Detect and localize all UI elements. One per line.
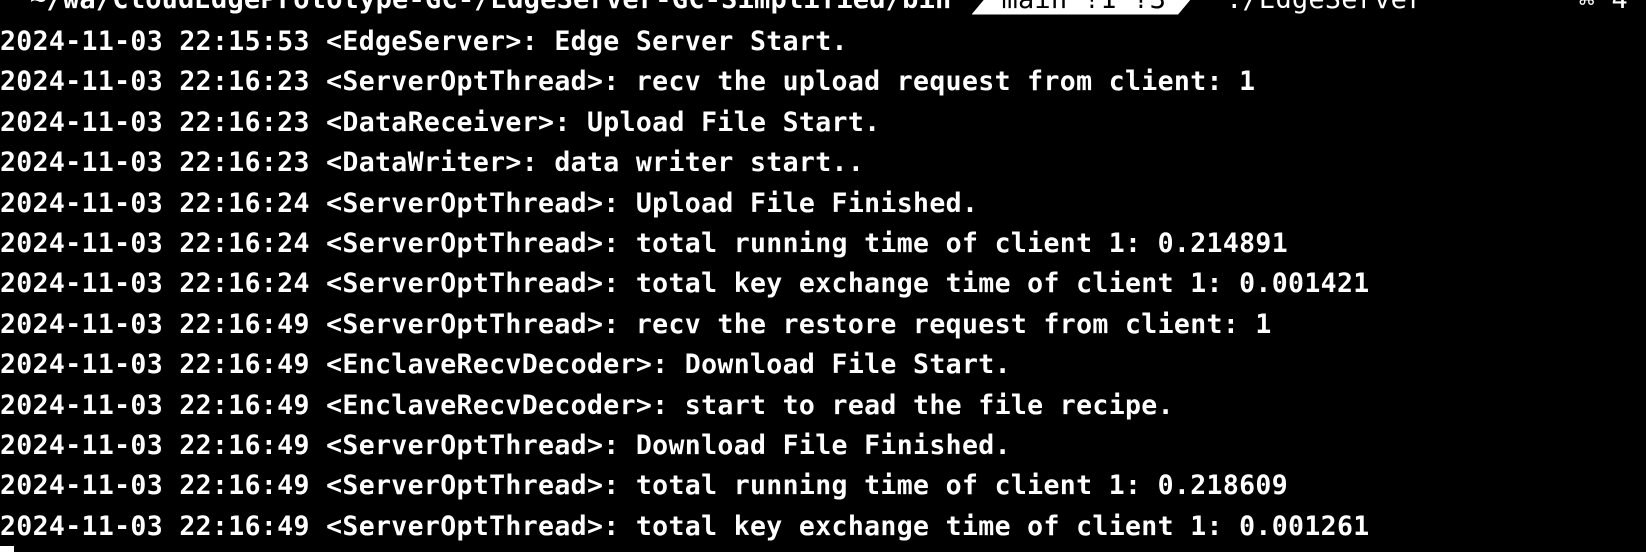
log-line: 2024-11-03 22:16:24 <ServerOptThread>: t… [0,227,1289,259]
prompt-command: ./EdgeServer [1226,0,1423,15]
prompt-path: ~/wa/CloudEdgePrototype-GC-/EdgeServer-G… [0,0,952,15]
log-line: 2024-11-03 22:16:23 <DataReceiver>: Uplo… [0,106,881,138]
log-line: 2024-11-03 22:16:49 <ServerOptThread>: t… [0,510,1370,542]
terminal-output: 2024-11-03 22:15:53 <EdgeServer>: Edge S… [0,22,1646,547]
log-line: 2024-11-03 22:16:49 <EnclaveRecvDecoder>… [0,349,1011,381]
log-line: 2024-11-03 22:16:23 <ServerOptThread>: r… [0,66,1256,98]
shell-prompt: ~/wa/CloudEdgePrototype-GC-/EdgeServer-G… [0,0,1646,16]
log-line: 2024-11-03 22:16:24 <ServerOptThread>: U… [0,187,979,219]
log-line: 2024-11-03 22:16:49 <ServerOptThread>: t… [0,470,1289,502]
log-line: 2024-11-03 22:16:24 <ServerOptThread>: t… [0,268,1370,300]
log-line: 2024-11-03 22:15:53 <EdgeServer>: Edge S… [0,26,848,57]
log-line: 2024-11-03 22:16:23 <DataWriter>: data w… [0,147,865,179]
log-line: 2024-11-03 22:16:49 <ServerOptThread>: r… [0,308,1272,340]
prompt-right-info: ⌘ 4 [1579,0,1628,15]
log-line: 2024-11-03 22:16:49 <ServerOptThread>: D… [0,429,1011,461]
git-branch-segment: main !1 ?3 [972,0,1205,15]
log-line: 2024-11-03 22:16:49 <EnclaveRecvDecoder>… [0,389,1174,421]
terminal-cursor [0,546,14,552]
